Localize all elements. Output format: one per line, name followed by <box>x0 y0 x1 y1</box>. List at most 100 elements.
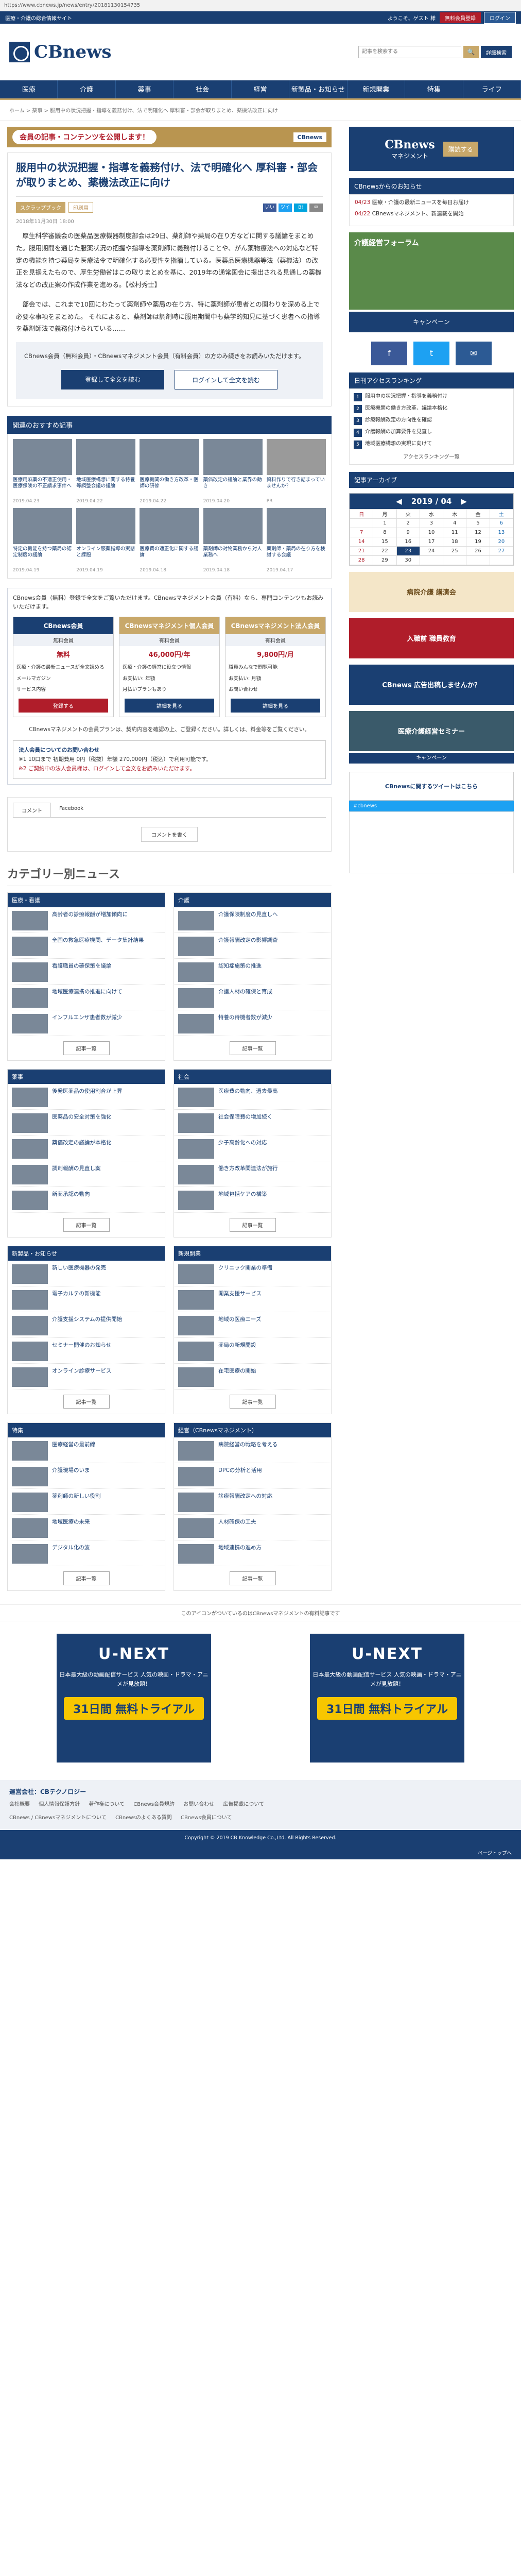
recommended-item[interactable]: 薬価改定の議論と業界の動き 2019.04.20 <box>203 438 263 504</box>
footer-link[interactable]: お問い合わせ <box>183 1802 214 1807</box>
nav-feature[interactable]: 特集 <box>405 80 463 98</box>
list-item[interactable]: 診療報酬改定への対応 <box>174 1489 331 1515</box>
login-button[interactable]: ログイン <box>484 11 516 24</box>
recommended-item[interactable]: 地域医療構想に関する特養等調整会議の議論 2019.04.22 <box>76 438 136 504</box>
list-item[interactable]: 看護職員の確保策を議論 <box>8 959 165 985</box>
list-item[interactable]: 薬局の新規開設 <box>174 1338 331 1364</box>
recommended-item[interactable]: 医療機関の働き方改革・医師の研修 2019.04.22 <box>140 438 199 504</box>
list-item[interactable]: 04/22 CBnewsマネジメント、新連載を開始 <box>355 210 508 218</box>
twitter-hashtag[interactable]: #cbnews <box>349 800 514 811</box>
next-month-icon[interactable]: ▶ <box>461 497 467 506</box>
recommended-item[interactable]: 薬剤師・薬局の在り方を検討する会議 2019.04.17 <box>266 507 326 573</box>
search-input[interactable] <box>358 45 461 58</box>
more-button[interactable]: 記事一覧 <box>63 1395 110 1409</box>
list-item[interactable]: 少子高齢化への対応 <box>174 1136 331 1162</box>
list-item[interactable]: 薬剤師の新しい役割 <box>8 1489 165 1515</box>
promo-banner[interactable]: 会員の記事・コンテンツを公開します！ CBnews <box>7 127 332 147</box>
advertise-banner[interactable]: CBnews 広告出稿しませんか？ <box>349 664 514 705</box>
facebook-like-button[interactable]: いいね <box>263 203 276 218</box>
nav-society[interactable]: 社会 <box>173 80 232 98</box>
seminar-banner[interactable]: 医療介護経営セミナー <box>349 710 514 751</box>
more-button[interactable]: 記事一覧 <box>229 1041 276 1056</box>
footer-link[interactable]: 会社概要 <box>9 1802 30 1807</box>
list-item[interactable]: 介護報酬改定の影響調査 <box>174 933 331 959</box>
plan-free-button[interactable]: 登録する <box>19 699 108 713</box>
plan-personal-button[interactable]: 詳細を見る <box>125 699 214 713</box>
footer-link[interactable]: 著作権について <box>89 1802 125 1807</box>
hatena-button[interactable]: B! <box>294 203 307 212</box>
recommended-item[interactable]: 医療費の適正化に関する議論 2019.04.18 <box>140 507 199 573</box>
recommended-item[interactable]: 特定の機能を持つ薬局の認定制度の議論 2019.04.19 <box>13 507 73 573</box>
list-item[interactable]: 新しい医療機器の発売 <box>8 1261 165 1287</box>
recommended-item[interactable]: 医療用麻薬の不適正使用・医療保険の不正請求事件へ 2019.04.23 <box>13 438 73 504</box>
list-item[interactable]: 地域の医療ニーズ <box>174 1312 331 1338</box>
list-item[interactable]: 社会保障費の増加続く <box>174 1110 331 1136</box>
list-item[interactable]: 調剤報酬の見直し案 <box>8 1161 165 1188</box>
footer-link[interactable]: CBnews会員規約 <box>133 1802 175 1807</box>
list-item[interactable]: 医療経営の最前線 <box>8 1437 165 1464</box>
url-bar[interactable]: https://www.cbnews.jp/news/entry/2018113… <box>0 0 521 11</box>
nav-care[interactable]: 介護 <box>58 80 116 98</box>
register-read-button[interactable]: 登録して全文を読む <box>61 369 164 389</box>
forum-banner[interactable]: 介護経営フォーラム <box>349 232 514 310</box>
list-item[interactable]: 薬価改定の議論が本格化 <box>8 1136 165 1162</box>
list-item[interactable]: インフルエンザ患者数が減少 <box>8 1010 165 1037</box>
more-button[interactable]: 記事一覧 <box>63 1218 110 1232</box>
page-top-link[interactable]: ページトップへ <box>0 1846 521 1860</box>
plan-corporate-button[interactable]: 詳細を見る <box>231 699 320 713</box>
list-item[interactable]: 人材確保の工夫 <box>174 1515 331 1541</box>
subscribe-button[interactable]: 購読する <box>443 141 478 157</box>
list-item[interactable]: デジタル化の波 <box>8 1540 165 1567</box>
tweet-prompt[interactable]: CBnewsに関するツイートはこちら <box>349 771 514 801</box>
training-banner[interactable]: 入職前 職員教育 <box>349 618 514 658</box>
footer-link[interactable]: CBnews / CBnewsマネジメントについて <box>9 1815 107 1821</box>
write-comment-button[interactable]: コメントを書く <box>141 827 198 842</box>
ranking-item[interactable]: 2 医療機関の働き方改革、議論本格化 <box>354 404 509 413</box>
list-item[interactable]: 全国の救急医療機関、データ集計結果 <box>8 933 165 959</box>
list-item[interactable]: 開業支援サービス <box>174 1286 331 1313</box>
nav-management[interactable]: 経営 <box>232 80 290 98</box>
list-item[interactable]: 働き方改革関連法が施行 <box>174 1161 331 1188</box>
nav-pharma[interactable]: 薬事 <box>116 80 174 98</box>
unext-banner[interactable]: U-NEXT 日本最大級の動画配信サービス 人気の映画・ドラマ・アニメが見放題！… <box>310 1634 464 1763</box>
unext-banner[interactable]: U-NEXT 日本最大級の動画配信サービス 人気の映画・ドラマ・アニメが見放題！… <box>57 1634 211 1763</box>
list-item[interactable]: 地域包括ケアの構築 <box>174 1187 331 1213</box>
list-item[interactable]: 認知症施策の推進 <box>174 959 331 985</box>
advanced-search-button[interactable]: 詳細検索 <box>481 45 512 58</box>
more-button[interactable]: 記事一覧 <box>229 1218 276 1232</box>
nav-opening[interactable]: 新規開業 <box>348 80 406 98</box>
more-button[interactable]: 記事一覧 <box>229 1571 276 1586</box>
list-item[interactable]: 介護保険制度の見直しへ <box>174 907 331 934</box>
campaign-bar[interactable]: キャンペーン <box>349 753 514 764</box>
more-button[interactable]: 記事一覧 <box>63 1571 110 1586</box>
tab-comment[interactable]: コメント <box>13 803 51 818</box>
campaign-banner[interactable]: キャンペーン <box>349 311 514 332</box>
twitter-timeline[interactable] <box>349 811 514 873</box>
print-button[interactable]: 印刷用 <box>68 202 93 213</box>
register-button[interactable]: 無料会員登録 <box>440 12 481 23</box>
list-item[interactable]: 地域医療の未来 <box>8 1515 165 1541</box>
nav-products[interactable]: 新製品・お知らせ <box>289 80 348 98</box>
nav-medical[interactable]: 医療 <box>0 80 58 98</box>
more-button[interactable]: 記事一覧 <box>63 1041 110 1056</box>
nav-life[interactable]: ライフ <box>463 80 521 98</box>
footer-link[interactable]: CBnewsのよくある質問 <box>115 1815 172 1821</box>
list-item[interactable]: 医薬品の安全対策を強化 <box>8 1110 165 1136</box>
list-item[interactable]: 高齢者の診療報酬が増加傾向に <box>8 907 165 934</box>
footer-link[interactable]: CBnews会員について <box>181 1815 232 1821</box>
ranking-item[interactable]: 3 診療報酬改定の方向性を確認 <box>354 416 509 425</box>
list-item[interactable]: 後発医薬品の使用割合が上昇 <box>8 1084 165 1110</box>
scrapbook-button[interactable]: スクラップブック <box>16 202 65 213</box>
mail-icon[interactable]: ✉ <box>309 203 323 212</box>
ranking-item[interactable]: 4 介護報酬の加算要件を見直し <box>354 428 509 437</box>
facebook-icon[interactable]: f <box>371 341 407 365</box>
list-item[interactable]: 地域連携の進め方 <box>174 1540 331 1567</box>
list-item[interactable]: セミナー開催のお知らせ <box>8 1338 165 1364</box>
list-item[interactable]: 地域医療連携の推進に向けて <box>8 985 165 1011</box>
recommended-item[interactable]: 薬剤師の対物業務から対人業務へ 2019.04.18 <box>203 507 263 573</box>
tweet-button[interactable]: ツイート <box>279 203 292 218</box>
management-ad[interactable]: CBnews マネジメント 購読する <box>349 127 514 171</box>
ranking-more-link[interactable]: アクセスランキング一覧 <box>354 452 509 460</box>
recommended-ad[interactable]: 資料作りで行き詰まっていませんか？ PR <box>266 438 326 504</box>
list-item[interactable]: 医療費の動向、過去最高 <box>174 1084 331 1110</box>
